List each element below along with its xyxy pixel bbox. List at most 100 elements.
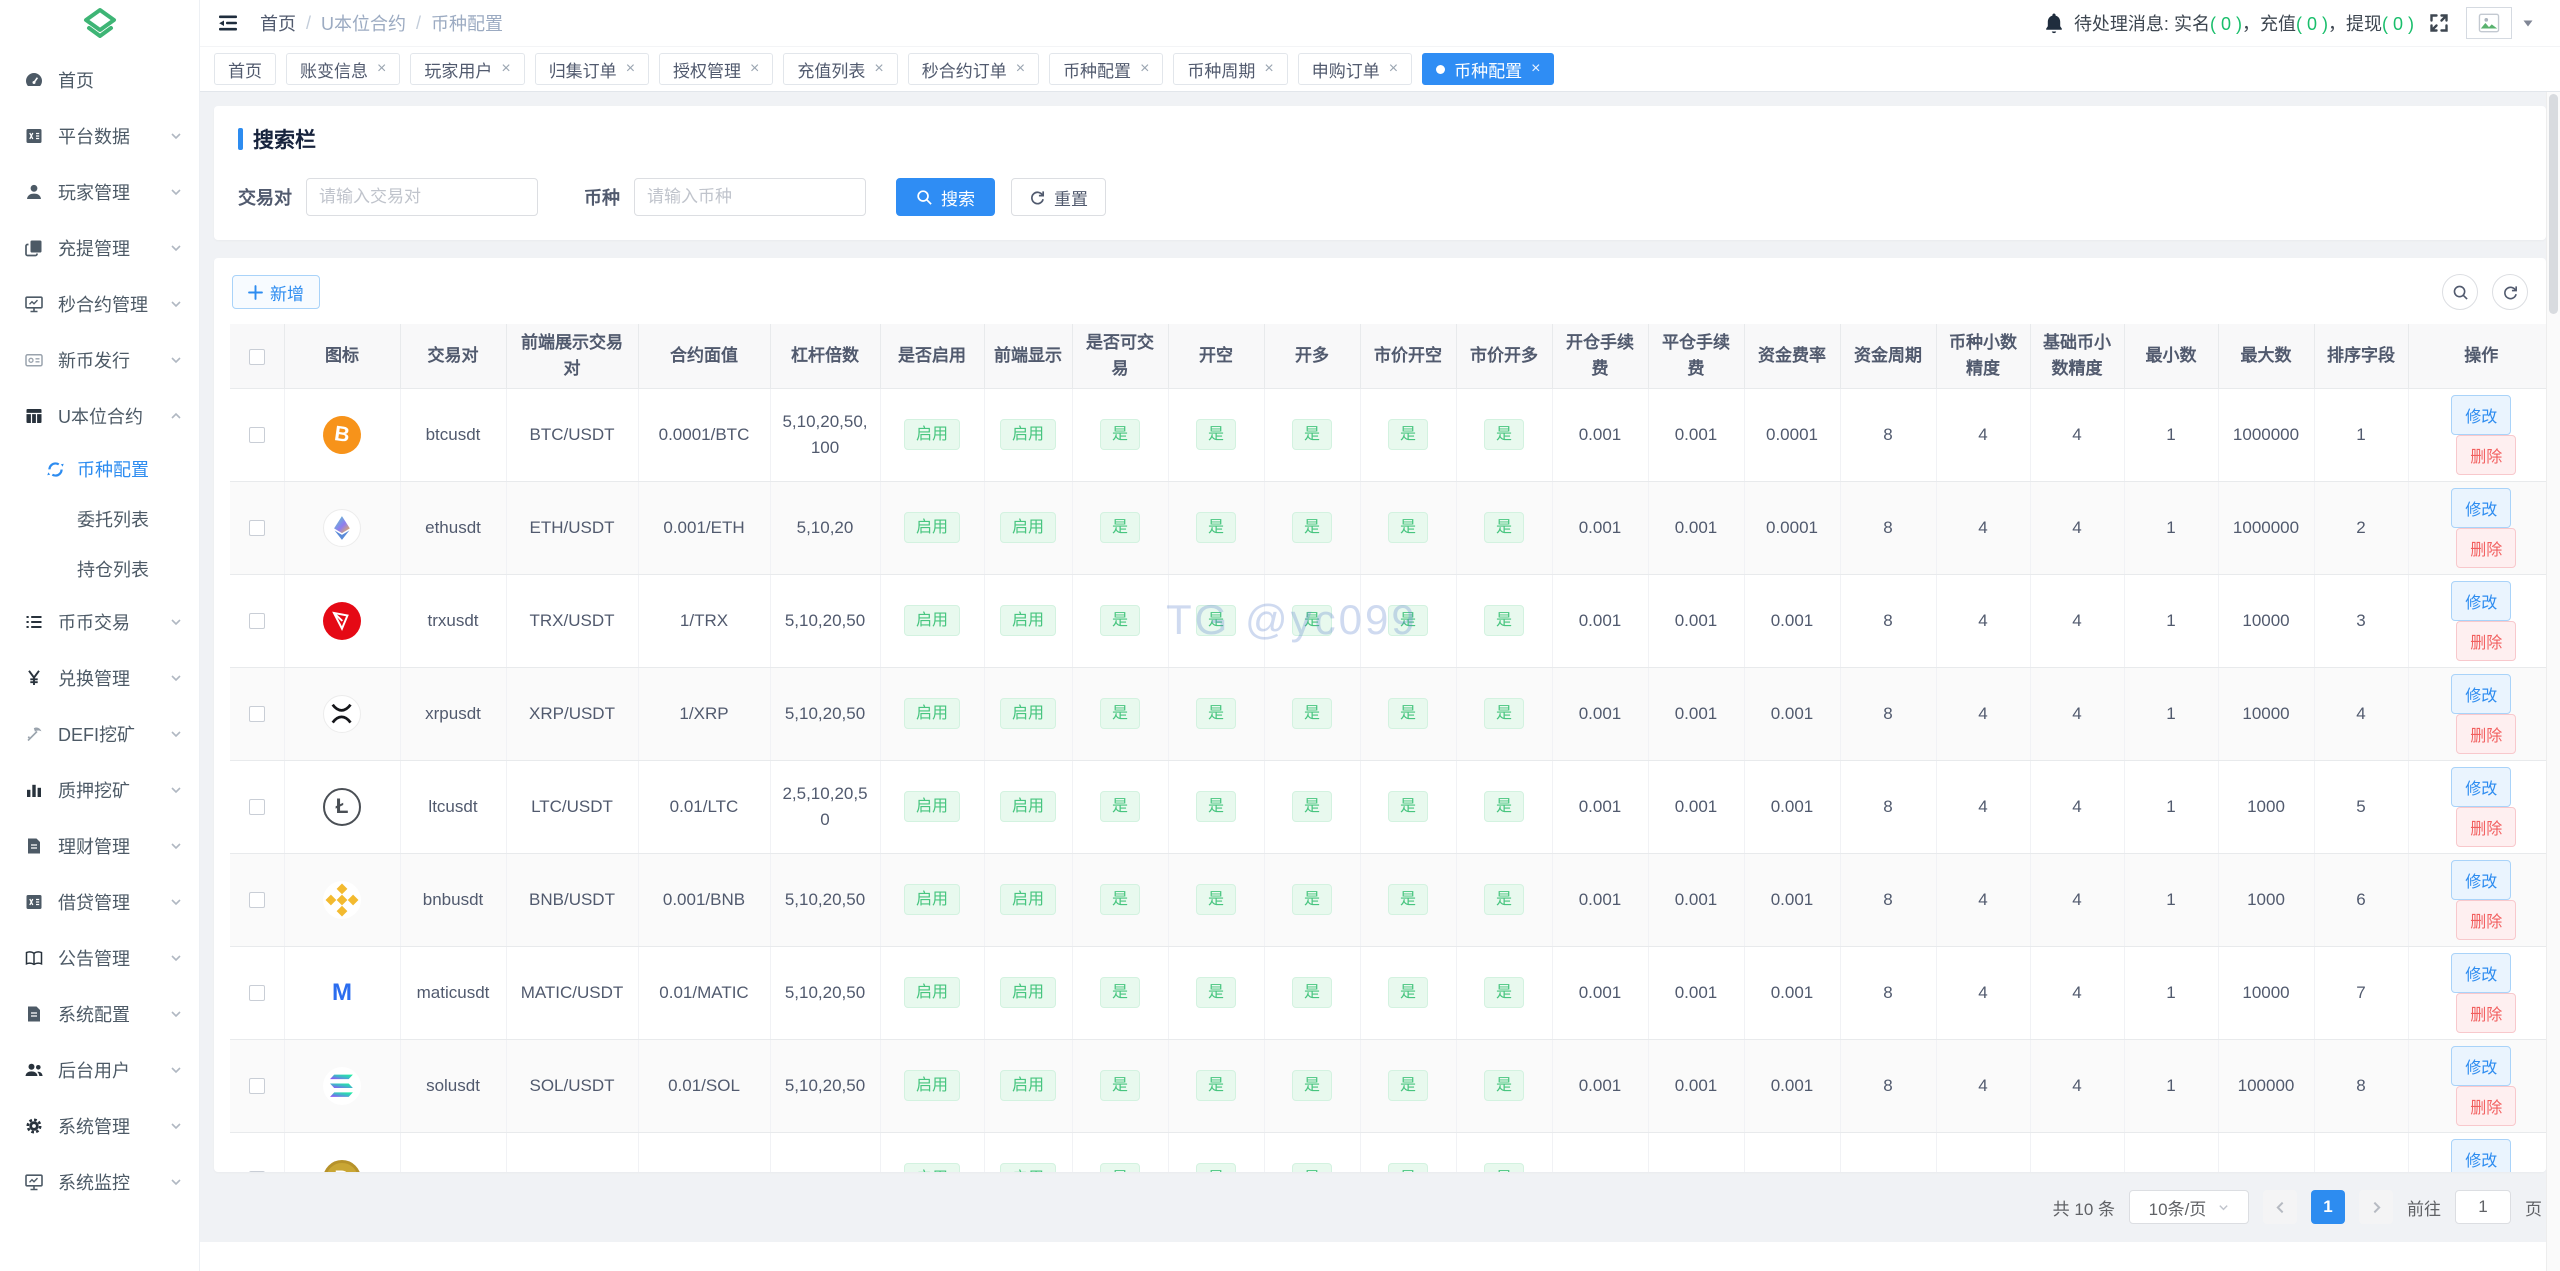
scrollbar-thumb[interactable] [2549, 94, 2558, 314]
sidebar-item-u-contract[interactable]: U本位合约 [0, 388, 199, 444]
tab-0[interactable]: 首页 [214, 53, 276, 85]
topbar: 首页/U本位合约/币种配置 待处理消息: 实名( 0 )，充值( 0 )，提现(… [200, 0, 2560, 47]
tab-close-icon[interactable]: × [1389, 61, 1398, 77]
breadcrumb-separator: / [306, 13, 311, 34]
status-tag: 启用 [1000, 419, 1056, 450]
tab-4[interactable]: 授权管理× [659, 53, 773, 85]
tab-close-icon[interactable]: × [1140, 61, 1149, 77]
tab-close-icon[interactable]: × [626, 61, 635, 77]
row-checkbox[interactable] [249, 427, 265, 443]
sidebar-item-exchange-management[interactable]: 兑换管理 [0, 650, 199, 706]
search-button[interactable]: 搜索 [896, 178, 995, 216]
edit-button[interactable]: 修改 [2451, 1139, 2511, 1173]
delete-button[interactable]: 删除 [2456, 435, 2516, 475]
breadcrumb-item[interactable]: 首页 [260, 10, 296, 36]
row-checkbox[interactable] [249, 613, 265, 629]
sidebar-item-position-list[interactable]: 持仓列表 [0, 544, 199, 594]
sidebar-item-platform-data[interactable]: 平台数据 [0, 108, 199, 164]
delete-button[interactable]: 删除 [2456, 714, 2516, 754]
select-all-checkbox[interactable] [249, 349, 265, 365]
sidebar-item-announcement[interactable]: 公告管理 [0, 930, 199, 986]
sidebar-item-staking-mining[interactable]: 质押挖矿 [0, 762, 199, 818]
sidebar-item-second-contract[interactable]: 秒合约管理 [0, 276, 199, 332]
table-search-icon-button[interactable] [2442, 274, 2478, 310]
delete-button[interactable]: 删除 [2456, 621, 2516, 661]
sidebar-item-player-management[interactable]: 玩家管理 [0, 164, 199, 220]
sidebar-item-lending-management[interactable]: 借贷管理 [0, 874, 199, 930]
status-tag: 启用 [1000, 512, 1056, 543]
chevron-down-icon[interactable] [2522, 17, 2534, 29]
delete-button[interactable]: 删除 [2456, 900, 2516, 940]
status-tag: 是 [1100, 419, 1140, 450]
coin-input[interactable] [634, 178, 866, 216]
row-checkbox[interactable] [249, 1171, 265, 1172]
prev-page-button[interactable] [2263, 1190, 2297, 1224]
broken-image-icon [2478, 13, 2500, 33]
tab-close-icon[interactable]: × [1264, 61, 1273, 77]
sidebar-item-admin-users[interactable]: 后台用户 [0, 1042, 199, 1098]
sidebar-item-system-management[interactable]: 系统管理 [0, 1098, 199, 1154]
page-size-select[interactable]: 10条/页 [2129, 1190, 2249, 1224]
edit-button[interactable]: 修改 [2451, 581, 2511, 621]
sidebar-item-wealth-management[interactable]: 理财管理 [0, 818, 199, 874]
edit-button[interactable]: 修改 [2451, 953, 2511, 993]
tab-2[interactable]: 玩家用户× [410, 53, 524, 85]
next-page-button[interactable] [2359, 1190, 2393, 1224]
app-logo[interactable] [0, 0, 199, 52]
sidebar-collapse-icon[interactable] [216, 11, 240, 35]
row-checkbox[interactable] [249, 799, 265, 815]
edit-button[interactable]: 修改 [2451, 488, 2511, 528]
tab-active-10[interactable]: 币种配置× [1422, 53, 1554, 85]
edit-button[interactable]: 修改 [2451, 395, 2511, 435]
delete-button[interactable]: 删除 [2456, 807, 2516, 847]
tab-9[interactable]: 申购订单× [1298, 53, 1412, 85]
bell-icon[interactable] [2044, 12, 2064, 34]
sidebar-item-new-coin-issue[interactable]: 新币发行 [0, 332, 199, 388]
column-header-face_value: 合约面值 [638, 324, 770, 388]
delete-button[interactable]: 删除 [2456, 993, 2516, 1033]
edit-button[interactable]: 修改 [2451, 674, 2511, 714]
tab-close-icon[interactable]: × [501, 61, 510, 77]
pair-input[interactable] [306, 178, 538, 216]
tab-5[interactable]: 充值列表× [783, 53, 897, 85]
row-checkbox[interactable] [249, 985, 265, 1001]
fullscreen-icon[interactable] [2428, 12, 2450, 34]
sidebar-item-coin-trade[interactable]: 币币交易 [0, 594, 199, 650]
edit-button[interactable]: 修改 [2451, 767, 2511, 807]
tab-1[interactable]: 账变信息× [286, 53, 400, 85]
sidebar-item-system-monitor[interactable]: 系统监控 [0, 1154, 199, 1210]
tab-close-icon[interactable]: × [1531, 61, 1540, 77]
row-checkbox[interactable] [249, 892, 265, 908]
sidebar-item-home[interactable]: 首页 [0, 52, 199, 108]
row-checkbox[interactable] [249, 706, 265, 722]
sidebar-item-system-config[interactable]: 系统配置 [0, 986, 199, 1042]
sidebar-item-defi-mining[interactable]: DEFI挖矿 [0, 706, 199, 762]
tab-close-icon[interactable]: × [1016, 61, 1025, 77]
edit-button[interactable]: 修改 [2451, 860, 2511, 900]
tab-close-icon[interactable]: × [377, 61, 386, 77]
delete-button[interactable]: 删除 [2456, 528, 2516, 568]
row-checkbox[interactable] [249, 1078, 265, 1094]
current-page-button[interactable]: 1 [2311, 1190, 2345, 1224]
sidebar-item-order-list[interactable]: 委托列表 [0, 494, 199, 544]
tab-7[interactable]: 币种配置× [1049, 53, 1163, 85]
tab-8[interactable]: 币种周期× [1173, 53, 1287, 85]
scrollbar[interactable] [2546, 92, 2560, 1271]
reset-button[interactable]: 重置 [1011, 178, 1106, 216]
sidebar-item-deposit-withdraw[interactable]: 充提管理 [0, 220, 199, 276]
tab-6[interactable]: 秒合约订单× [908, 53, 1039, 85]
tab-close-icon[interactable]: × [750, 61, 759, 77]
table-refresh-button[interactable] [2492, 274, 2528, 310]
cell-leverage: 5,10,20,50,100 [770, 388, 880, 481]
sidebar-item-coin-config[interactable]: 币种配置 [0, 444, 199, 494]
bnb-icon [323, 881, 361, 919]
row-checkbox[interactable] [249, 520, 265, 536]
avatar[interactable] [2466, 7, 2512, 39]
goto-page-input[interactable] [2455, 1190, 2511, 1224]
tab-close-icon[interactable]: × [874, 61, 883, 77]
delete-button[interactable]: 删除 [2456, 1086, 2516, 1126]
edit-button[interactable]: 修改 [2451, 1046, 2511, 1086]
yen-icon [24, 668, 44, 688]
tab-3[interactable]: 归集订单× [535, 53, 649, 85]
add-button[interactable]: 新增 [232, 275, 320, 309]
